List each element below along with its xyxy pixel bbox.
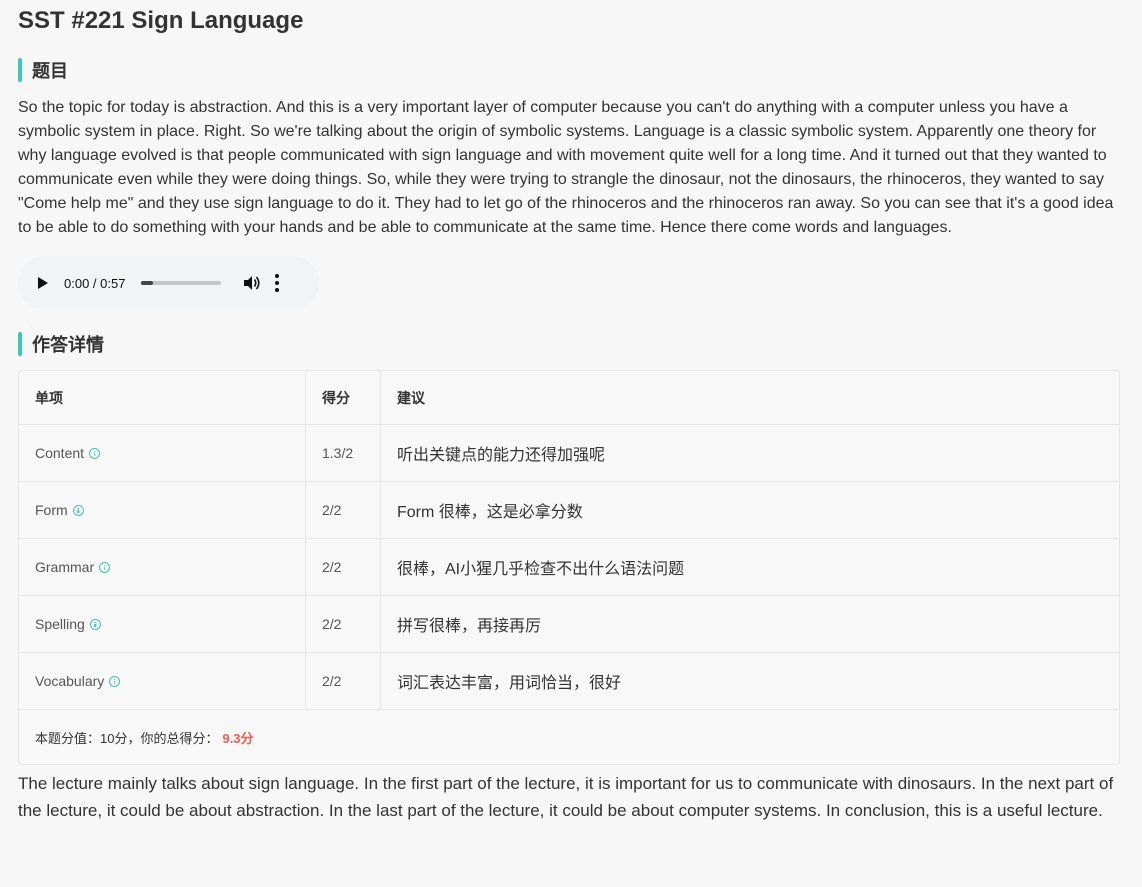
table-row: Form 2/2 Form 很棒，这是必拿分数 bbox=[19, 482, 1119, 539]
row-score: 2/2 bbox=[306, 539, 381, 595]
row-item-label: Content bbox=[35, 445, 85, 461]
total-label: 本题分值：10分，你的总得分： bbox=[35, 730, 219, 746]
details-section-title: 作答详情 bbox=[18, 332, 1124, 356]
section-accent-bar bbox=[18, 332, 22, 356]
score-table: 单项 得分 建议 Content 1.3/2 听出关键点的能力还得加强呢 For… bbox=[18, 370, 1120, 765]
table-row: Grammar 2/2 很棒，AI小猩几乎检查不出什么语法问题 bbox=[19, 539, 1119, 596]
row-item-label: Spelling bbox=[35, 616, 85, 632]
question-section-title: 题目 bbox=[18, 58, 1124, 82]
row-item-label: Vocabulary bbox=[35, 673, 105, 689]
header-advice: 建议 bbox=[397, 389, 425, 406]
row-item: Vocabulary bbox=[19, 653, 306, 709]
row-item-label: Form bbox=[35, 502, 68, 518]
info-icon[interactable] bbox=[99, 561, 111, 573]
header-item: 单项 bbox=[19, 371, 306, 424]
row-score: 2/2 bbox=[306, 596, 381, 652]
row-advice: 听出关键点的能力还得加强呢 bbox=[397, 447, 606, 464]
audio-player: 0:00 / 0:57 bbox=[18, 256, 319, 310]
volume-icon[interactable] bbox=[243, 275, 261, 291]
row-item: Form bbox=[19, 482, 306, 538]
table-row: Content 1.3/2 听出关键点的能力还得加强呢 bbox=[19, 425, 1119, 482]
total-score: 9.3分 bbox=[222, 730, 254, 746]
row-score: 1.3/2 bbox=[306, 425, 381, 481]
table-row: Vocabulary 2/2 词汇表达丰富，用词恰当，很好 bbox=[19, 653, 1119, 710]
row-score: 2/2 bbox=[306, 653, 381, 709]
question-heading: 题目 bbox=[32, 61, 68, 81]
info-icon[interactable] bbox=[109, 675, 121, 687]
row-advice: Form 很棒，这是必拿分数 bbox=[397, 504, 583, 521]
row-advice: 很棒，AI小猩几乎检查不出什么语法问题 bbox=[397, 561, 685, 578]
info-icon[interactable] bbox=[89, 618, 101, 630]
page: SST #221 Sign Language 题目 So the topic f… bbox=[0, 0, 1142, 824]
info-icon[interactable] bbox=[72, 504, 84, 516]
question-text: So the topic for today is abstraction. A… bbox=[18, 99, 1114, 236]
page-title: SST #221 Sign Language bbox=[18, 7, 304, 34]
header-score: 得分 bbox=[306, 371, 381, 424]
row-item: Content bbox=[19, 425, 306, 481]
total-score-row: 本题分值：10分，你的总得分： 9.3分 bbox=[19, 710, 1119, 764]
row-item: Grammar bbox=[19, 539, 306, 595]
audio-progress-track[interactable] bbox=[141, 281, 222, 285]
details-heading: 作答详情 bbox=[32, 335, 104, 355]
info-icon[interactable] bbox=[89, 447, 101, 459]
audio-time: 0:00 / 0:57 bbox=[64, 275, 126, 291]
table-header-row: 单项 得分 建议 bbox=[19, 371, 1119, 425]
section-accent-bar bbox=[18, 58, 22, 82]
row-score: 2/2 bbox=[306, 482, 381, 538]
row-item: Spelling bbox=[19, 596, 306, 652]
answer-text: The lecture mainly talks about sign lang… bbox=[18, 774, 1114, 820]
more-options-icon[interactable] bbox=[275, 274, 280, 292]
row-item-label: Grammar bbox=[35, 559, 95, 575]
audio-progress-fill bbox=[141, 281, 153, 285]
play-icon[interactable] bbox=[38, 277, 48, 289]
table-row: Spelling 2/2 拼写很棒，再接再厉 bbox=[19, 596, 1119, 653]
row-advice: 词汇表达丰富，用词恰当，很好 bbox=[397, 675, 622, 692]
row-advice: 拼写很棒，再接再厉 bbox=[397, 618, 542, 635]
